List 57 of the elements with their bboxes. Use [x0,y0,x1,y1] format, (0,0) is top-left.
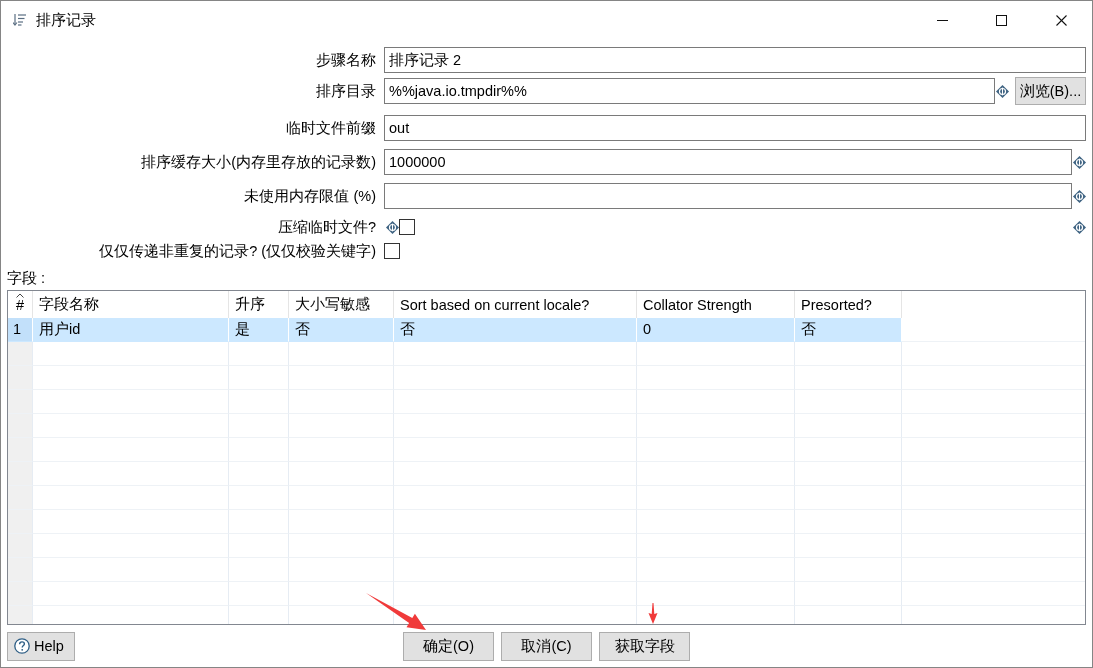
table-cell: 0 [637,318,795,342]
help-button[interactable]: Help [7,631,75,661]
table-cell [229,582,289,606]
table-cell: 否 [795,318,902,342]
row-number-cell [8,462,33,486]
text-field[interactable] [384,183,1072,209]
row-number-cell [8,558,33,582]
field-label: 仅仅传递非重复的记录? (仅仅校验关键字) [98,241,376,261]
browse-button[interactable]: 浏览(B)... [1015,77,1086,105]
row-number-cell [8,606,33,624]
table-cell: 用户id [33,318,229,342]
table-cell [229,510,289,534]
text-field[interactable]: %%java.io.tmpdir%% [384,78,995,104]
table-cell [229,534,289,558]
text-field[interactable]: out [384,115,1086,141]
table-cell [229,558,289,582]
section-label: 字段 : [7,269,46,288]
table-cell: 是 [229,318,289,342]
row-number-cell [8,390,33,414]
table-cell [229,414,289,438]
row-number-cell [8,414,33,438]
field-label: 步骤名称 [315,50,376,70]
maximize-icon [996,14,1007,26]
close-icon [1056,14,1067,26]
row-number-cell [8,438,33,462]
row-number-cell [8,342,33,366]
field-label: 未使用内存限值 (%) [243,186,376,206]
table-cell: 否 [289,318,394,342]
row-number-cell [8,582,33,606]
row-number-cell [8,534,33,558]
table-cell [229,462,289,486]
annotation-arrow [647,602,659,625]
table-cell: 否 [394,318,637,342]
table-cell [229,342,289,366]
field-label: 排序缓存大小(内存里存放的记录数) [140,152,376,172]
dialog-button[interactable]: 取消(C) [501,631,592,661]
text-field[interactable]: 1000000 [384,149,1072,175]
window-title: 排序记录 [36,10,96,30]
field-label: 临时文件前缀 [285,118,376,138]
table-row[interactable]: 1 用户id 是 否 否 0 否 [8,318,1085,342]
dialog-button[interactable]: 获取字段 [599,631,690,661]
help-icon [14,638,30,654]
row-number-cell: 1 [8,318,33,342]
checkbox[interactable] [384,243,400,259]
row-number-cell [8,510,33,534]
field-label: 排序目录 [315,81,376,101]
sort-icon [13,14,26,26]
table-cell [229,438,289,462]
table-cell [229,486,289,510]
checkbox[interactable] [399,219,415,235]
text-field[interactable]: 排序记录 2 [384,47,1086,73]
row-number-cell [8,366,33,390]
row-number-cell [8,486,33,510]
table-cell [229,390,289,414]
table-cell [229,366,289,390]
field-label: 压缩临时文件? [276,217,376,237]
dialog-button[interactable]: 确定(O) [403,631,494,661]
